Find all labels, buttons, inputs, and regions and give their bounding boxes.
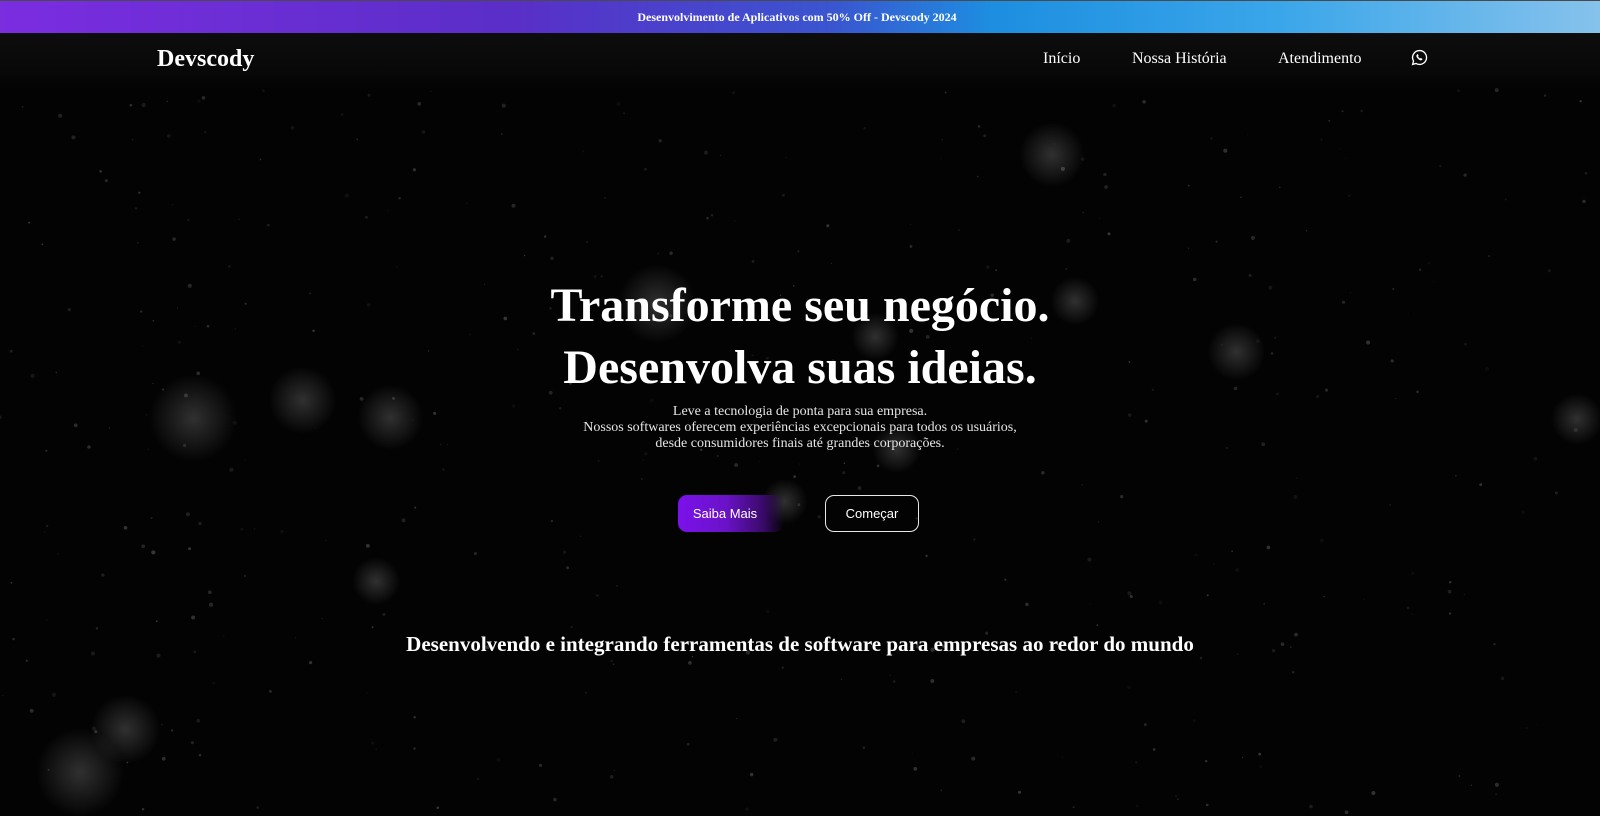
- hero-section: Transforme seu negócio. Desenvolva suas …: [0, 0, 1600, 816]
- nav-link-inicio[interactable]: Início: [1043, 50, 1080, 68]
- saiba-mais-label: Saiba Mais: [692, 506, 758, 521]
- hero-subtitle-line-3: desde consumidores finais até grandes co…: [655, 436, 945, 451]
- hero-title-line-2: Desenvolva suas ideias.: [563, 341, 1037, 394]
- comecar-button[interactable]: Começar: [825, 495, 919, 532]
- whatsapp-icon[interactable]: [1411, 49, 1428, 66]
- brand-logo[interactable]: Devscody: [157, 46, 254, 73]
- navbar: Devscody Início Nossa História Atendimen…: [0, 33, 1600, 88]
- saiba-mais-button[interactable]: Saiba Mais: [678, 495, 784, 532]
- hero-subtitle-line-1: Leve a tecnologia de ponta para sua empr…: [672, 404, 928, 419]
- promo-text: Desenvolvimento de Aplicativos com 50% O…: [637, 9, 957, 24]
- tagline: Desenvolvendo e integrando ferramentas d…: [406, 632, 1194, 656]
- hero-subtitle-line-2: Nossos softwares oferecem experiências e…: [583, 420, 1017, 435]
- landing-page: Desenvolvimento de Aplicativos com 50% O…: [0, 0, 1600, 816]
- promo-banner[interactable]: Desenvolvimento de Aplicativos com 50% O…: [0, 0, 1600, 33]
- comecar-label: Começar: [845, 506, 899, 521]
- nav-link-nossa-historia[interactable]: Nossa História: [1132, 50, 1227, 68]
- nav-link-atendimento[interactable]: Atendimento: [1278, 50, 1362, 68]
- hero-title-line-1: Transforme seu negócio.: [550, 279, 1050, 332]
